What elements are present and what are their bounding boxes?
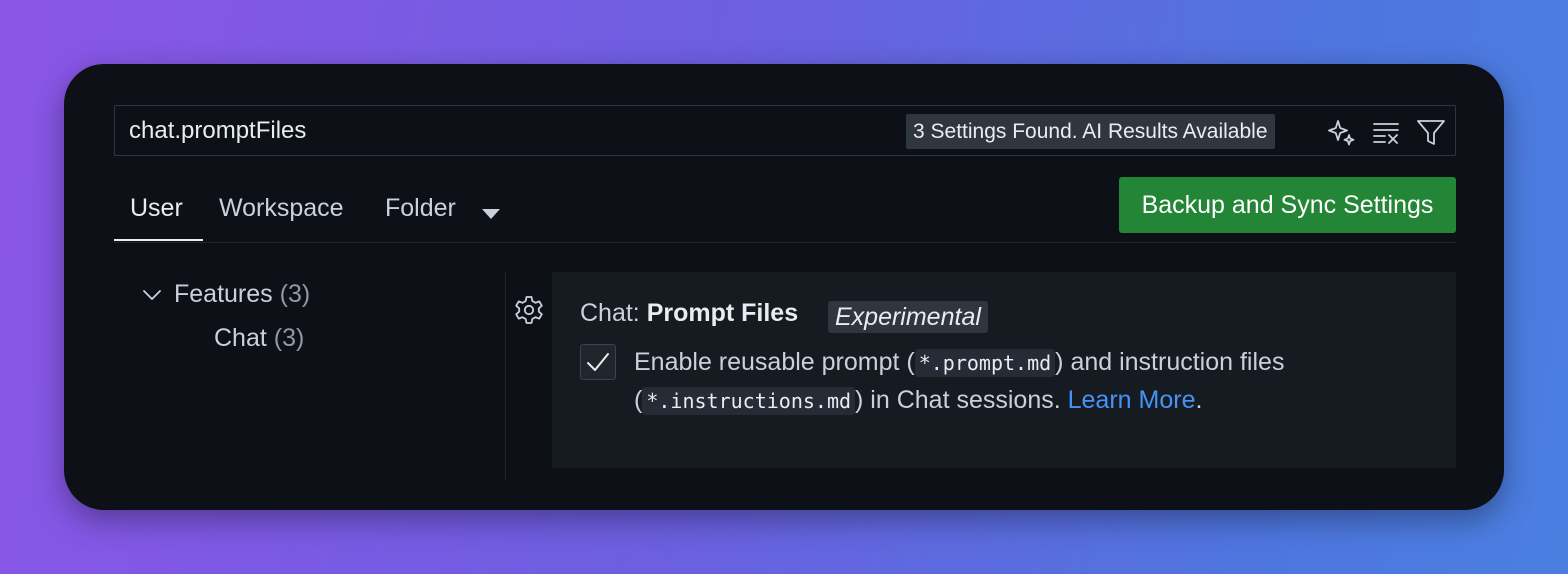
tree-item-count: (3) xyxy=(279,280,311,308)
prompt-files-checkbox[interactable] xyxy=(580,344,616,380)
chevron-down-icon[interactable] xyxy=(142,286,162,304)
setting-title: Chat: Prompt Files xyxy=(580,299,798,328)
tree-item-chat[interactable]: Chat (3) xyxy=(214,324,304,353)
tree-item-label: Features xyxy=(174,280,273,308)
tab-user[interactable]: User xyxy=(130,194,183,223)
code-prompt-md: *.prompt.md xyxy=(914,349,1056,377)
tree-item-count: (3) xyxy=(273,324,305,352)
setting-category: Chat: xyxy=(580,299,647,327)
tab-folder[interactable]: Folder xyxy=(385,194,456,223)
settings-search-input[interactable]: chat.promptFiles 3 Settings Found. AI Re… xyxy=(114,105,1456,156)
gear-icon[interactable] xyxy=(513,294,545,326)
learn-more-link[interactable]: Learn More xyxy=(1068,386,1196,414)
sparkle-icon[interactable] xyxy=(1327,117,1357,147)
tab-divider xyxy=(114,242,1456,243)
description-text: ) in Chat sessions. xyxy=(855,386,1068,414)
active-tab-indicator xyxy=(114,239,203,241)
clear-filter-icon[interactable] xyxy=(1371,117,1401,147)
filter-icon[interactable] xyxy=(1416,117,1446,147)
description-text: Enable reusable prompt ( xyxy=(634,348,915,376)
backup-sync-button[interactable]: Backup and Sync Settings xyxy=(1119,177,1456,233)
split-view-sash[interactable] xyxy=(505,272,506,480)
experimental-tag: Experimental xyxy=(828,301,988,333)
tree-item-label: Chat xyxy=(214,324,267,352)
settings-window: chat.promptFiles 3 Settings Found. AI Re… xyxy=(64,64,1504,510)
setting-description: Enable reusable prompt (*.prompt.md) and… xyxy=(634,344,1434,420)
code-instructions-md: *.instructions.md xyxy=(642,387,856,415)
chevron-down-icon[interactable] xyxy=(482,206,500,219)
tab-workspace[interactable]: Workspace xyxy=(219,194,344,223)
checkmark-icon xyxy=(587,353,609,371)
setting-name: Prompt Files xyxy=(646,299,799,327)
setting-item-prompt-files: Chat: Prompt Files Experimental Enable r… xyxy=(552,272,1456,468)
tree-item-features[interactable]: Features (3) xyxy=(174,280,310,309)
search-input-value[interactable]: chat.promptFiles xyxy=(129,117,306,145)
results-count-badge: 3 Settings Found. AI Results Available xyxy=(906,114,1275,149)
description-text: . xyxy=(1195,386,1203,414)
